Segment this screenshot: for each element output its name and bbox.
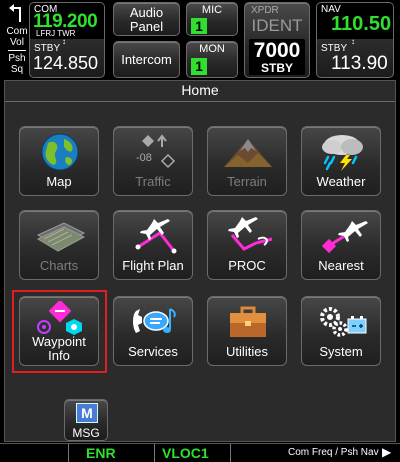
mic-button[interactable]: MIC 1	[186, 2, 238, 36]
top-bar: Com Vol Psh Sq COM 119.200 LFRJ TWR ↕ ST…	[0, 0, 400, 80]
xpdr-button[interactable]: XPDR IDENT 7000 STBY	[244, 2, 310, 78]
msg-label: MSG	[72, 426, 100, 440]
com-station-name: LFRJ TWR	[36, 29, 76, 38]
traffic-label: Traffic	[135, 174, 171, 189]
storm-cloud-icon	[322, 135, 363, 171]
nearest-label: Nearest	[318, 258, 364, 273]
audio-panel-label-line1: Audio	[129, 5, 164, 20]
mon-indicator: 1	[191, 58, 207, 75]
xpdr-ident-label: IDENT	[251, 16, 303, 35]
weather-button[interactable]: Weather	[301, 126, 381, 196]
mon-label: MON	[199, 43, 225, 55]
charts-label: Charts	[39, 258, 79, 273]
vol-line1: Com	[6, 26, 28, 37]
msg-icon: M	[76, 403, 98, 423]
vol-line2: Vol	[10, 37, 24, 48]
terrain-label: Terrain	[227, 174, 267, 189]
terrain-icon	[224, 139, 272, 167]
nav-swap-arrows-icon: ↕	[351, 37, 355, 46]
utilities-button[interactable]: Utilities	[207, 296, 287, 366]
weather-label: Weather	[316, 174, 366, 189]
terrain-button[interactable]: Terrain	[207, 126, 287, 196]
knob-hint-label: Com Freq / Psh Nav	[288, 447, 379, 458]
xpdr-code: 7000	[253, 39, 301, 62]
map-label: Map	[46, 174, 72, 189]
traffic-button[interactable]: -08 Traffic	[113, 126, 193, 196]
home-title: Home	[181, 82, 219, 98]
procedure-icon	[228, 217, 273, 251]
flight-plan-label: Flight Plan	[122, 258, 184, 273]
com-frequency-button[interactable]: COM 119.200 LFRJ TWR ↕ STBY 124.850	[29, 2, 105, 78]
flight-plan-button[interactable]: Flight Plan	[113, 210, 193, 280]
knob-arrow-icon: ▶	[382, 445, 392, 459]
system-button[interactable]: System	[301, 296, 381, 366]
nav-frequency-button[interactable]: NAV 110.50 ↕ STBY 113.90	[316, 2, 394, 78]
proc-button[interactable]: PROC	[207, 210, 287, 280]
mic-indicator: 1	[191, 18, 207, 34]
services-button[interactable]: Services	[113, 296, 193, 366]
swap-arrows-icon: ↕	[62, 37, 66, 46]
waypoint-info-label-line2: Info	[48, 348, 70, 363]
utilities-label: Utilities	[226, 344, 268, 359]
vol-line3: Psh	[8, 53, 26, 64]
mode-enr: ENR	[86, 445, 116, 461]
status-divider-2	[154, 444, 155, 462]
mon-button[interactable]: MON 1	[186, 41, 238, 78]
status-bar: ENR VLOC1 Com Freq / Psh Nav ▶	[0, 443, 400, 462]
toolbox-icon	[230, 306, 266, 337]
traffic-altitude: -08	[136, 152, 152, 164]
map-button[interactable]: Map	[19, 126, 99, 196]
proc-label: PROC	[228, 258, 266, 273]
com-volume-knob-label[interactable]: Com Vol Psh Sq	[4, 2, 28, 78]
waypoint-info-button[interactable]: Waypoint Info	[19, 296, 99, 366]
nearest-icon	[321, 221, 368, 254]
globe-icon	[41, 133, 79, 171]
msg-button[interactable]: M MSG	[64, 399, 108, 441]
nearest-button[interactable]: Nearest	[301, 210, 381, 280]
flight-plan-icon	[135, 219, 177, 254]
intercom-button[interactable]: Intercom	[113, 41, 180, 78]
xpdr-label: XPDR	[251, 5, 279, 16]
waypoint-info-label-line1: Waypoint	[32, 334, 86, 349]
intercom-label: Intercom	[121, 52, 172, 67]
mode-vloc: VLOC1	[162, 445, 209, 461]
services-icon	[133, 308, 176, 333]
nav-active-frequency: 110.50	[331, 13, 392, 35]
audio-panel-button[interactable]: Audio Panel	[113, 2, 180, 36]
gears-battery-icon	[320, 307, 367, 337]
mic-label: MIC	[201, 4, 223, 16]
services-label: Services	[128, 344, 178, 359]
system-label: System	[319, 344, 363, 359]
xpdr-mode: STBY	[260, 61, 293, 75]
charts-button[interactable]: Charts	[19, 210, 99, 280]
nav-standby-frequency: 113.90	[331, 53, 388, 74]
audio-panel-label-line2: Panel	[129, 19, 164, 34]
traffic-icon: -08	[136, 134, 176, 169]
status-divider-1	[68, 444, 69, 462]
com-standby-frequency: 124.850	[33, 53, 99, 73]
vol-line4: Sq	[10, 64, 24, 75]
status-divider-3	[230, 444, 231, 462]
return-arrow-icon	[9, 4, 21, 22]
charts-icon	[36, 222, 86, 252]
